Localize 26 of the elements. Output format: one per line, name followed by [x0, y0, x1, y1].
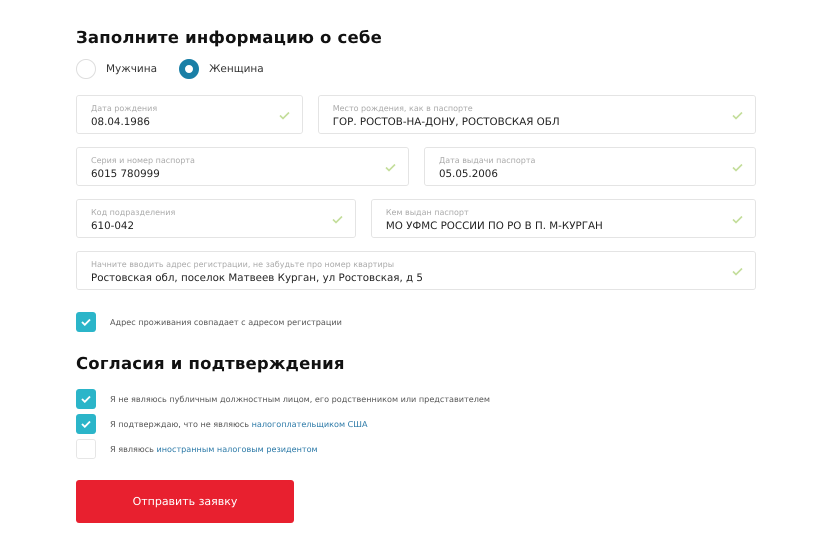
input-field[interactable]: Начните вводить адрес регистрации, не забудьте про номер квартиры Ростовская обл, поселок Матвеев Курган, ул Ростовская, д 5	[76, 251, 756, 290]
check-icon	[81, 395, 91, 403]
link[interactable]: иностранным налоговым резидентом	[156, 444, 318, 454]
input-field[interactable]: Дата рождения 08.04.1986	[76, 95, 303, 134]
input-field[interactable]: Код подразделения 610-042	[76, 199, 356, 238]
input-field[interactable]: Серия и номер паспорта 6015 780999	[76, 147, 409, 186]
checkbox[interactable]	[76, 439, 96, 459]
link[interactable]: налогоплательщиком США	[252, 419, 368, 429]
checkbox[interactable]	[76, 312, 96, 332]
section-title: Согласия и подтверждения	[76, 354, 346, 373]
radio-label: Мужчина	[106, 63, 158, 75]
submit-button[interactable]: Отправить заявку	[76, 480, 294, 523]
checkbox-label: Я являюсь иностранным налоговым резидентом	[110, 444, 318, 454]
input-field[interactable]: Дата выдачи паспорта 05.05.2006	[424, 147, 756, 186]
radio-button[interactable]	[179, 59, 200, 79]
section-title: Заполните информацию о себе	[76, 28, 383, 47]
checkbox-label: Я подтверждаю, что не являюсь налогоплательщиком США	[110, 419, 368, 429]
checkbox[interactable]	[76, 389, 96, 409]
checkbox[interactable]	[76, 414, 96, 434]
input-field[interactable]: Место рождения, как в паспорте ГОР. РОСТОВ-НА-ДОНУ, РОСТОВСКАЯ ОБЛ	[318, 95, 756, 134]
checkbox-label: Адрес проживания совпадает с адресом регистрации	[110, 317, 342, 327]
check-icon	[81, 318, 91, 326]
radio-label: Женщина	[209, 63, 264, 75]
check-icon	[81, 420, 91, 428]
checkbox-label: Я не являюсь публичным должностным лицом, его родственником или представителем	[110, 394, 490, 404]
input-field[interactable]: Кем выдан паспорт МО УФМС РОССИИ ПО РО В П. М-КУРГАН	[370, 199, 756, 238]
